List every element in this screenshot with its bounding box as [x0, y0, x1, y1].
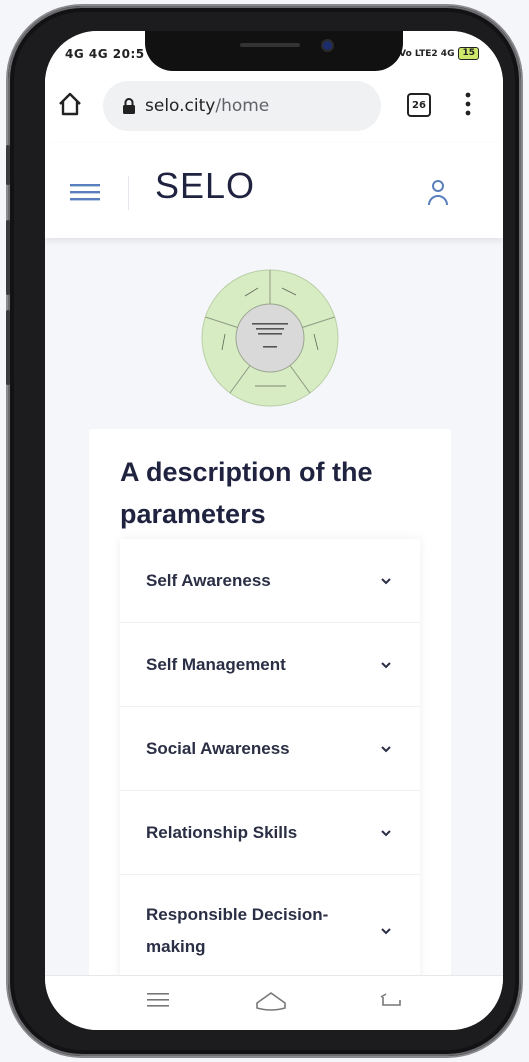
browser-toolbar: selo.city/home 26	[45, 81, 503, 143]
url-path: /home	[215, 96, 270, 116]
url-text: selo.city/home	[145, 96, 269, 116]
nav-menu-icon[interactable]	[147, 990, 169, 1010]
lock-icon	[123, 98, 135, 114]
chevron-down-icon	[381, 661, 391, 668]
accordion-item-self-awareness[interactable]: Self Awareness	[120, 539, 420, 623]
header-divider	[128, 176, 129, 210]
home-icon[interactable]	[57, 91, 83, 117]
accordion-item-relationship-skills[interactable]: Relationship Skills	[120, 791, 420, 875]
phone-side-button	[6, 310, 10, 385]
url-domain: selo.city	[145, 96, 216, 116]
network-indicator: Vo LTE2 4G	[399, 48, 455, 59]
accordion-item-self-management[interactable]: Self Management	[120, 623, 420, 707]
nav-home-icon[interactable]	[254, 990, 288, 1012]
accordion-item-label: Social Awareness	[146, 738, 290, 758]
system-nav-bar	[45, 975, 503, 1030]
chevron-down-icon	[381, 745, 391, 752]
accordion-item-label: Relationship Skills	[146, 822, 298, 842]
card-title: A description of the parameters	[120, 457, 373, 529]
phone-side-button	[6, 145, 10, 185]
chevron-down-icon	[381, 829, 391, 836]
user-icon[interactable]	[427, 179, 449, 207]
tabs-icon[interactable]: 26	[407, 93, 431, 117]
parameters-card: A description of the parameters Self Awa…	[89, 429, 451, 1029]
accordion-item-responsible-decision-making[interactable]: Responsible Decision-making	[120, 875, 420, 988]
parameters-accordion: Self Awareness Self Management Social Aw…	[120, 539, 420, 988]
accordion-item-label: Self Management	[146, 654, 286, 674]
chevron-down-icon	[381, 577, 391, 584]
nav-back-icon[interactable]	[379, 990, 403, 1010]
accordion-item-social-awareness[interactable]: Social Awareness	[120, 707, 420, 791]
camera-icon	[321, 39, 334, 52]
status-time: 4G 4G 20:5	[65, 47, 145, 61]
hamburger-icon[interactable]	[70, 183, 100, 201]
accordion-item-label: Responsible Decision-making	[146, 905, 329, 956]
phone-screen: 4G 4G 20:5 Vo LTE2 4G 15 selo.city/home …	[45, 31, 503, 1030]
phone-notch	[145, 31, 403, 71]
sel-competencies-wheel-image	[201, 269, 339, 407]
chevron-down-icon	[381, 928, 391, 935]
phone-side-button	[6, 220, 10, 295]
speaker-grille	[240, 43, 300, 47]
address-bar[interactable]: selo.city/home	[103, 81, 381, 131]
site-logo-title[interactable]: SELO	[155, 165, 255, 207]
more-vert-icon[interactable]	[465, 91, 471, 117]
battery-icon: 15	[458, 47, 479, 60]
status-indicators: Vo LTE2 4G 15	[399, 47, 479, 60]
site-header: SELO	[45, 143, 503, 238]
accordion-item-label: Self Awareness	[146, 570, 271, 590]
